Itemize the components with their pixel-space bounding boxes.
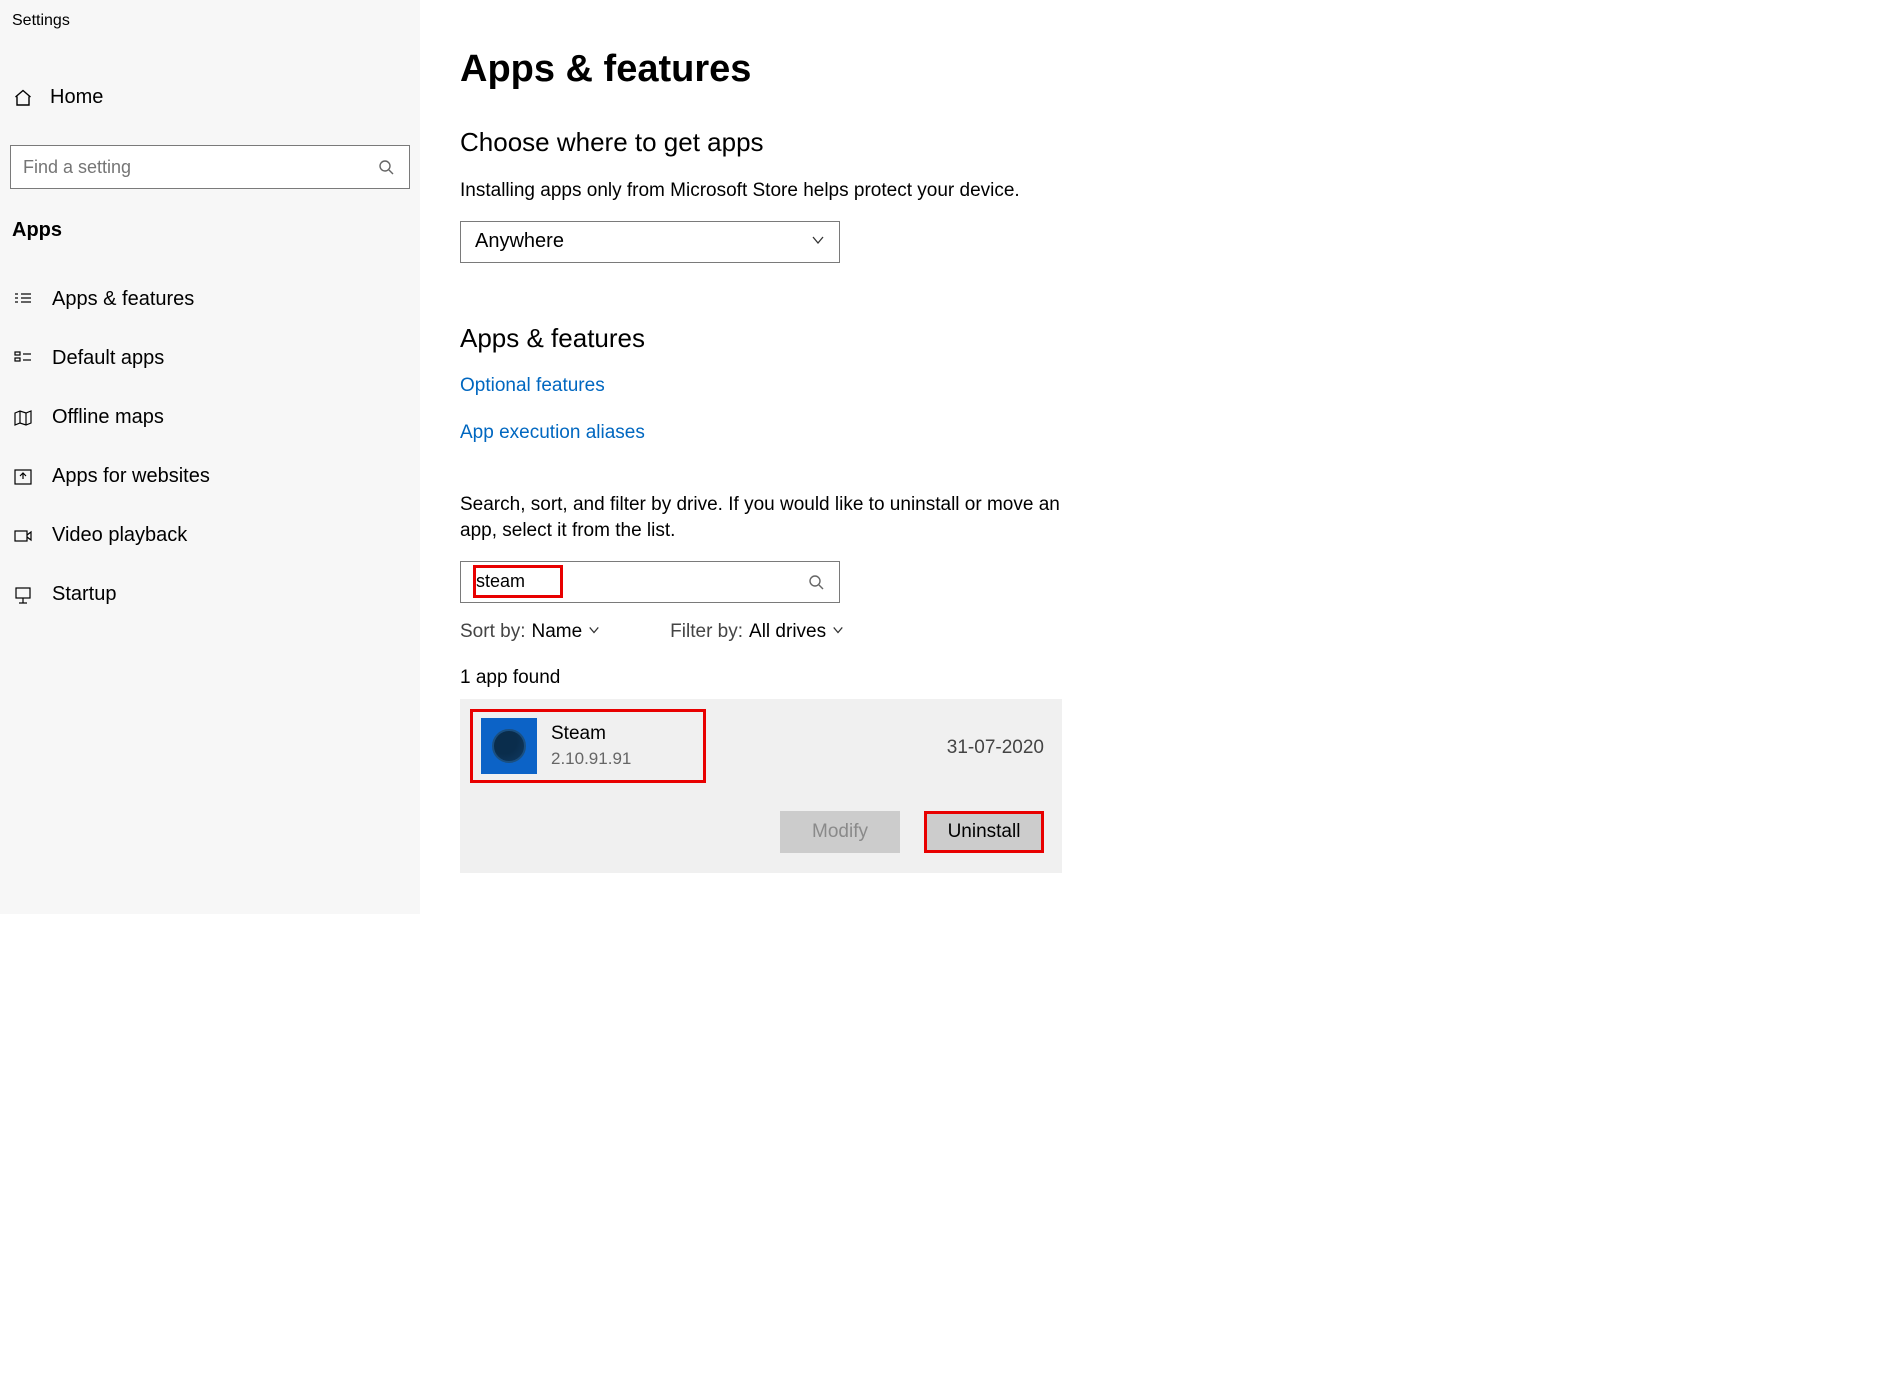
app-execution-aliases-link[interactable]: App execution aliases [460,422,645,444]
sidebar-item-label: Offline maps [52,406,164,429]
search-desc: Search, sort, and filter by drive. If yo… [460,492,1080,545]
sidebar-item-label: Apps & features [52,288,194,311]
sidebar-item-apps-for-websites[interactable]: Apps for websites [0,447,420,506]
startup-icon [12,584,34,606]
video-playback-icon [12,525,34,547]
default-apps-icon [12,348,34,370]
choose-apps-heading: Choose where to get apps [460,127,1890,158]
settings-search[interactable] [10,145,410,189]
filter-value: All drives [749,621,826,643]
sidebar-item-video-playback[interactable]: Video playback [0,506,420,565]
offline-maps-icon [12,407,34,429]
sidebar: Settings Home Apps [0,0,420,914]
main-content: Apps & features Choose where to get apps… [420,0,1890,914]
sidebar-item-label: Startup [52,583,116,606]
sidebar-item-default-apps[interactable]: Default apps [0,329,420,388]
optional-features-link[interactable]: Optional features [460,375,605,397]
window-title: Settings [0,12,420,30]
choose-apps-desc: Installing apps only from Microsoft Stor… [460,178,1080,205]
app-version: 2.10.91.91 [551,749,631,769]
sort-by-dropdown[interactable]: Sort by: Name [460,621,600,643]
app-install-date: 31-07-2020 [947,737,1044,759]
filter-by-dropdown[interactable]: Filter by: All drives [670,621,844,643]
settings-search-input[interactable] [23,157,375,178]
apps-search-input[interactable] [476,571,556,592]
sidebar-item-startup[interactable]: Startup [0,565,420,624]
modify-button: Modify [780,811,900,853]
sort-value: Name [531,621,582,643]
apps-features-icon [12,289,34,311]
home-nav[interactable]: Home [0,78,420,117]
apps-search-box[interactable] [460,561,840,603]
sidebar-item-label: Default apps [52,347,164,370]
chevron-down-icon [588,624,600,639]
dropdown-value: Anywhere [475,230,564,253]
search-icon [375,156,397,178]
app-row-highlight: Steam 2.10.91.91 [470,709,706,783]
apps-features-heading: Apps & features [460,323,1890,354]
chevron-down-icon [832,624,844,639]
app-list-item[interactable]: Steam 2.10.91.91 31-07-2020 Modify Unins… [460,699,1062,873]
steam-icon [481,718,537,774]
search-icon [805,571,827,593]
home-label: Home [50,86,103,109]
result-count: 1 app found [460,667,1890,689]
app-name: Steam [551,723,631,745]
filter-label: Filter by: [670,621,743,643]
app-source-dropdown[interactable]: Anywhere [460,221,840,263]
sidebar-item-label: Apps for websites [52,465,210,488]
sidebar-item-offline-maps[interactable]: Offline maps [0,388,420,447]
apps-websites-icon [12,466,34,488]
uninstall-button[interactable]: Uninstall [924,811,1044,853]
sidebar-item-apps-features[interactable]: Apps & features [0,270,420,329]
page-title: Apps & features [460,48,1890,91]
section-label-apps: Apps [0,219,420,242]
sort-label: Sort by: [460,621,525,643]
chevron-down-icon [811,233,825,250]
home-icon [12,87,34,109]
search-highlight [473,565,563,598]
sidebar-item-label: Video playback [52,524,187,547]
